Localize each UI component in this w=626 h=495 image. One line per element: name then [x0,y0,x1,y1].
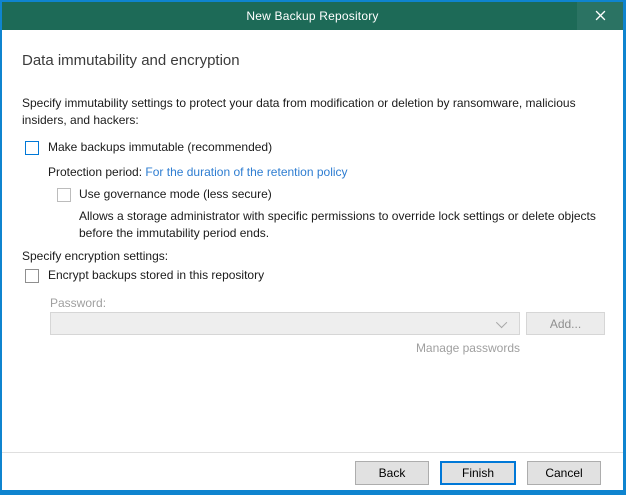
add-password-button: Add... [526,312,605,335]
close-icon [595,9,606,24]
protection-period-row: Protection period: For the duration of t… [48,164,348,181]
finish-button[interactable]: Finish [440,461,516,485]
password-label: Password: [50,295,106,312]
encryption-intro-text: Specify encryption settings: [22,248,168,265]
password-select [50,312,520,335]
window-title: New Backup Repository [246,9,378,23]
manage-passwords-link: Manage passwords [50,341,520,355]
encrypt-backups-label: Encrypt backups stored in this repositor… [48,268,264,282]
use-governance-mode-label: Use governance mode (less secure) [79,187,272,201]
protection-period-label: Protection period: [48,165,142,179]
governance-description: Allows a storage administrator with spec… [79,208,616,242]
make-backups-immutable-checkbox[interactable] [25,141,39,155]
chevron-down-icon [496,316,507,327]
page-title: Data immutability and encryption [22,52,240,69]
footer-divider [2,452,623,453]
titlebar: New Backup Repository [2,2,623,30]
encrypt-backups-checkbox[interactable] [25,269,39,283]
cancel-button[interactable]: Cancel [527,461,601,485]
immutability-intro-text: Specify immutability settings to protect… [22,95,604,129]
new-backup-repository-dialog: New Backup Repository Data immutability … [0,0,626,495]
make-backups-immutable-label: Make backups immutable (recommended) [48,140,272,154]
protection-period-link[interactable]: For the duration of the retention policy [145,165,347,179]
close-button[interactable] [577,2,623,30]
back-button[interactable]: Back [355,461,429,485]
use-governance-mode-checkbox [57,188,71,202]
